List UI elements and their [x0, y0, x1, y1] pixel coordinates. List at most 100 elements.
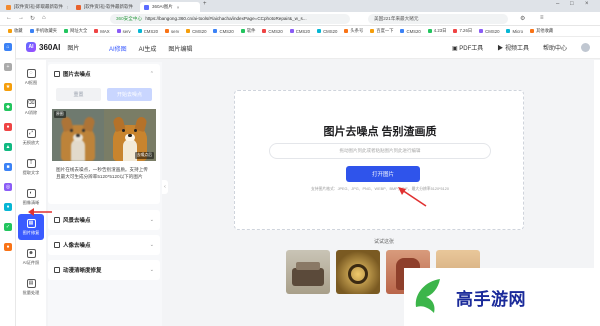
bookmark-item[interactable]: 4.23日 — [427, 28, 446, 34]
drop-hint-field[interactable]: 拖动图片到此或者粘贴图片到此进行编辑 — [269, 143, 491, 159]
side-app-icon[interactable]: ■ — [4, 163, 12, 171]
bookmark-item[interactable]: 软件 — [240, 28, 255, 34]
forward-icon[interactable]: → — [18, 15, 24, 21]
video-tools-link[interactable]: ▶ 视频工具 — [497, 43, 529, 52]
logo[interactable]: AI 360AI 图片 — [26, 42, 79, 52]
bookmark-item[interactable]: CMS20 — [479, 29, 499, 34]
bookmark-item[interactable]: 7.26日 — [453, 28, 472, 34]
menu-icon[interactable]: ≡ — [540, 15, 544, 21]
tab-close-icon[interactable]: × — [67, 5, 68, 10]
reload-icon[interactable]: ↻ — [30, 15, 35, 22]
browser-search-field[interactable]: 美国221年来最大赌元 — [368, 14, 508, 24]
bookmark-item[interactable]: CMS20 — [400, 29, 421, 34]
tool-item[interactable]: T 提取文字 — [16, 154, 46, 180]
maximize-icon[interactable]: □ — [570, 1, 574, 7]
bookmark-item[interactable]: CMS20 — [137, 29, 158, 34]
bookmark-item[interactable]: CMS20 — [317, 29, 337, 34]
tool-sidebar: ◌ AI抠图 ⌫ AI消除 ⤢ 无损放大 T 提取文字 ◐ 图像清晰 ▦ 图片修复 ☻ AI证件照 ▤ 批量处… — [16, 60, 46, 326]
action-buttons: 重置 开始去噪点 — [48, 84, 160, 105]
nav-ai-generate[interactable]: AI生成 — [139, 44, 157, 53]
bookmark-label: serv — [122, 28, 131, 34]
bookmark-favicon-icon — [186, 29, 191, 33]
nav-ai-retouch[interactable]: AI修图 — [109, 44, 127, 53]
bookmark-item[interactable]: 收藏 — [8, 28, 23, 34]
help-center-link[interactable]: 帮助中心 — [543, 43, 567, 52]
extensions-icon[interactable]: ⚙ — [520, 15, 525, 22]
open-image-button[interactable]: 打开图片 — [346, 166, 420, 182]
side-home-icon[interactable]: ⌂ — [4, 43, 12, 51]
bookmark-item[interactable]: CMS20 — [262, 29, 283, 34]
tool-item[interactable]: ☻ AI证件照 — [16, 244, 46, 270]
bookmark-item[interactable]: Micro — [506, 29, 523, 34]
avatar[interactable] — [581, 43, 590, 52]
bookmark-favicon-icon — [479, 29, 484, 33]
upload-dropzone[interactable]: 图片去噪点 告别渣画质 拖动图片到此或者粘贴图片到此进行编辑 打开图片 支持图片… — [234, 90, 524, 230]
chevron-down-icon[interactable]: ⌄ — [150, 267, 154, 273]
tool-label: AI抠图 — [24, 79, 38, 85]
nav-image-edit[interactable]: 图片编辑 — [168, 44, 192, 53]
side-app-icon[interactable]: ● — [4, 243, 12, 251]
browser-tab[interactable]: [软件资讯]-软件最新软件 × — [72, 2, 136, 12]
logo-mark: AI — [26, 42, 36, 52]
tool-item[interactable]: ◌ AI抠图 — [16, 64, 46, 90]
bookmark-label: CMS20 — [219, 28, 234, 34]
bookmark-favicon-icon — [370, 29, 375, 33]
tool-item[interactable]: ⤢ 无损放大 — [16, 124, 46, 150]
section-title: 动漫清晰度修复 — [63, 268, 102, 274]
bookmark-label: 7.26日 — [459, 28, 473, 33]
bookmark-label: 收藏 — [14, 28, 23, 33]
side-app-icon[interactable]: ✓ — [4, 223, 12, 231]
denoise-card-header[interactable]: 图片去噪点 ⌃ — [48, 64, 160, 84]
bookmark-item[interactable]: CMS20 — [289, 28, 311, 34]
bookmark-label: CMS20 — [295, 28, 311, 34]
section-card[interactable]: 风景去噪点 ⌄ — [48, 210, 160, 230]
browser-tab[interactable]: [软件资讯]-即取最新软件 × — [2, 2, 68, 12]
chevron-down-icon[interactable]: ⌄ — [150, 217, 154, 223]
tool-item[interactable]: ▤ 批量处理 — [16, 274, 46, 300]
section-card[interactable]: 动漫清晰度修复 ⌄ — [48, 260, 160, 280]
tab-close-icon[interactable]: × — [177, 5, 180, 10]
side-app-icon[interactable]: ◆ — [4, 103, 12, 111]
chevron-up-icon[interactable]: ⌃ — [150, 71, 154, 77]
bookmark-item[interactable]: CMS20 — [213, 28, 234, 34]
pdf-tools-link[interactable]: ▣ PDF工具 — [452, 43, 483, 52]
tool-glyph-icon: ☻ — [26, 248, 36, 258]
bookmark-favicon-icon — [165, 29, 170, 33]
sample-thumb[interactable] — [336, 250, 380, 294]
chevron-down-icon[interactable]: ⌄ — [150, 242, 154, 248]
bookmark-item[interactable]: MAX — [94, 29, 110, 34]
bookmark-item[interactable]: 手机收藏夹 — [29, 28, 57, 34]
bookmark-item[interactable]: 网址大全 — [64, 28, 87, 34]
tool-glyph-icon: ◐ — [26, 188, 36, 198]
bookmark-item[interactable]: CMS20 — [186, 29, 206, 34]
side-app-icon[interactable]: ♦ — [4, 203, 12, 211]
logo-text: 360AI — [39, 42, 61, 52]
section-title: 人像去噪点 — [63, 243, 91, 249]
browser-tab-active[interactable]: 360AI图片 × — [140, 2, 200, 12]
side-app-icon[interactable]: ◎ — [4, 183, 12, 191]
bookmark-label: 网址大全 — [70, 28, 88, 33]
tool-item[interactable]: ⌫ AI消除 — [16, 94, 46, 120]
bookmark-item[interactable]: 头条号 — [344, 28, 363, 34]
reset-button[interactable]: 重置 — [56, 88, 101, 101]
tool-glyph-icon: T — [26, 158, 36, 168]
minimize-icon[interactable]: – — [556, 1, 559, 7]
bookmark-item[interactable]: 百度一下 — [370, 28, 393, 34]
new-tab-icon[interactable]: + — [203, 1, 207, 7]
sample-thumb[interactable] — [286, 250, 330, 294]
side-app-icon[interactable]: ▲ — [4, 143, 12, 151]
side-app-icon[interactable]: ● — [4, 123, 12, 131]
url-field[interactable]: 360安全中心 https://bangong.360.cn/ai-tools/… — [110, 14, 350, 24]
home-icon[interactable]: ⌂ — [42, 15, 46, 21]
bookmark-item[interactable]: serv — [165, 29, 179, 34]
bookmark-item[interactable]: 其他收藏 — [529, 28, 553, 34]
bookmark-item[interactable]: serv — [116, 28, 131, 34]
section-card[interactable]: 人像去噪点 ⌄ — [48, 235, 160, 255]
close-window-icon[interactable]: × — [585, 1, 589, 7]
side-star-icon[interactable]: ★ — [4, 83, 12, 91]
start-denoise-button[interactable]: 开始去噪点 — [107, 88, 152, 101]
side-add-icon[interactable]: + — [4, 63, 12, 71]
back-icon[interactable]: ← — [6, 15, 12, 21]
top-nav: AI修图 AI生成 图片编辑 — [109, 44, 192, 53]
search-text: 美国221年来最大赌元 — [374, 16, 419, 21]
